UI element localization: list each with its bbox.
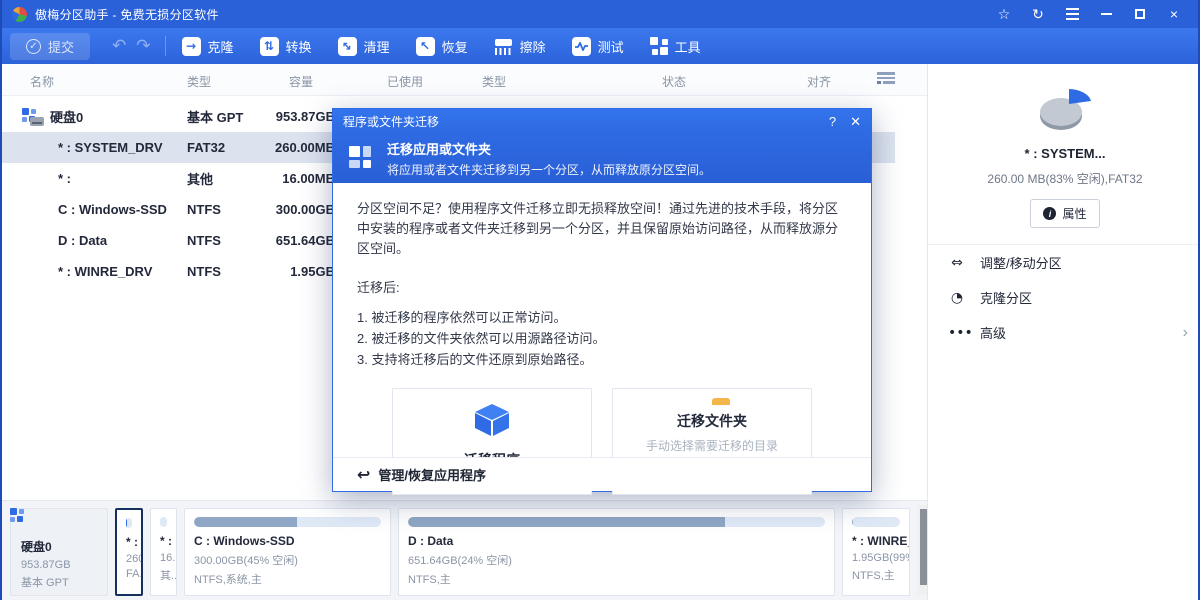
app-window: 傲梅分区助手 - 免费无损分区软件 ☆ ↻ × ✓ 提交 ↶ ↷ → 克隆 ⇅ … — [0, 0, 1200, 600]
dialog-header-subtitle: 将应用或者文件夹迁移到另一个分区，从而释放原分区空间。 — [387, 161, 711, 178]
recover-icon: ↖ — [416, 37, 435, 56]
back-arrow-icon: ↩ — [357, 465, 370, 484]
minimize-button[interactable] — [1092, 3, 1120, 25]
dialog-help-button[interactable]: ? — [829, 114, 836, 129]
list-item: 2. 被迁移的文件夹依然可以用源路径访问。 — [357, 329, 847, 350]
maximize-button[interactable] — [1126, 3, 1154, 25]
dialog-titlebar: 程序或文件夹迁移 ? ✕ — [333, 109, 871, 134]
disk-map-partition-winre[interactable]: * : WINRE_... 1.95GB(99%... NTFS,主 — [842, 508, 910, 596]
table-header-row: 名称 类型 容量 已使用 类型 状态 对齐 — [2, 64, 927, 96]
clone-icon: → — [182, 37, 201, 56]
toolbar-clean[interactable]: ↔ 清理 — [338, 37, 390, 56]
dialog-header: 迁移应用或文件夹 将应用或者文件夹迁移到另一个分区，从而释放原分区空间。 — [333, 134, 871, 183]
dialog-header-title: 迁移应用或文件夹 — [387, 139, 711, 158]
undo-icon[interactable]: ↶ — [112, 36, 126, 56]
submit-label: 提交 — [48, 37, 74, 56]
hamburger-menu-icon[interactable] — [1058, 3, 1086, 25]
submit-button[interactable]: ✓ 提交 — [10, 33, 90, 60]
disk-icon — [21, 516, 43, 534]
dialog-benefit-list: 1. 被迁移的程序依然可以正常访问。 2. 被迁移的文件夹依然可以用源路径访问。… — [357, 308, 847, 370]
pie-chart-icon — [1033, 86, 1097, 136]
disk-map-partition-d[interactable]: D : Data 651.64GB(24% 空闲) NTFS,主 — [398, 508, 835, 596]
toolbar-erase[interactable]: 擦除 — [494, 37, 546, 56]
favorite-star-icon[interactable]: ☆ — [990, 3, 1018, 25]
disk-map-partition-c[interactable]: C : Windows-SSD 300.00GB(45% 空闲) NTFS,系统… — [184, 508, 391, 596]
close-button[interactable]: × — [1160, 3, 1188, 25]
clean-icon: ↔ — [338, 37, 357, 56]
col-name: 名称 — [30, 73, 54, 90]
selected-partition-name: * : SYSTEM... — [928, 146, 1200, 161]
test-icon — [572, 37, 591, 56]
dialog-footer: ↩ 管理/恢复应用程序 — [333, 457, 871, 491]
dialog-after-label: 迁移后: — [357, 277, 847, 296]
window-controls: ☆ ↻ × — [990, 3, 1188, 25]
usage-bar — [852, 517, 900, 527]
list-view-icon[interactable] — [877, 72, 895, 86]
right-panel: * : SYSTEM... 260.00 MB(83% 空闲),FAT32 i … — [927, 64, 1200, 600]
action-clone-partition[interactable]: ◔ 克隆分区 — [928, 280, 1200, 315]
manage-restore-apps-link[interactable]: ↩ 管理/恢复应用程序 — [357, 465, 486, 484]
window-title: 傲梅分区助手 - 免费无损分区软件 — [35, 6, 219, 23]
dialog-intro-text: 分区空间不足？使用程序文件迁移立即无损释放空间！通过先进的技术手段，将分区中安装… — [357, 199, 847, 259]
toolbar-test[interactable]: 测试 — [572, 37, 624, 56]
list-item: 1. 被迁移的程序依然可以正常访问。 — [357, 308, 847, 329]
erase-icon — [494, 37, 513, 56]
refresh-icon[interactable]: ↻ — [1024, 3, 1052, 25]
toolbar-clone[interactable]: → 克隆 — [182, 37, 234, 56]
dialog-close-button[interactable]: ✕ — [850, 114, 861, 130]
disk-icon — [22, 108, 44, 126]
app-cube-icon — [473, 403, 511, 437]
check-icon: ✓ — [26, 39, 41, 54]
usage-bar — [194, 517, 381, 527]
redo-icon[interactable]: ↷ — [136, 36, 150, 56]
toolbar: ✓ 提交 ↶ ↷ → 克隆 ⇅ 转换 ↔ 清理 ↖ 恢复 擦除 — [2, 28, 1198, 64]
toolbar-tools[interactable]: 工具 — [650, 37, 701, 56]
col-type: 类型 — [187, 73, 211, 90]
col-used: 已使用 — [387, 73, 423, 90]
dialog-title: 程序或文件夹迁移 — [343, 113, 439, 130]
app-logo-icon — [12, 7, 27, 22]
disk-map-partition-msr[interactable]: * : 16.... 其... — [150, 508, 177, 596]
toolbar-convert[interactable]: ⇅ 转换 — [260, 37, 312, 56]
chevron-right-icon: › — [1183, 324, 1188, 342]
action-advanced[interactable]: ••• 高级 › — [928, 315, 1200, 350]
titlebar: 傲梅分区助手 - 免费无损分区软件 ☆ ↻ × — [2, 0, 1198, 28]
list-item: 3. 支持将迁移后的文件还原到原始路径。 — [357, 350, 847, 371]
disk-map-panel: 硬盘0 953.87GB 基本 GPT * : ... 260... FA...… — [2, 500, 934, 600]
resize-move-icon: ⇔ — [948, 255, 966, 271]
toolbar-recover[interactable]: ↖ 恢复 — [416, 37, 468, 56]
col-status: 状态 — [662, 73, 686, 90]
more-dots-icon: ••• — [948, 325, 966, 341]
clone-partition-icon: ◔ — [948, 290, 966, 306]
convert-icon: ⇅ — [260, 37, 279, 56]
app-migrate-icon — [349, 146, 375, 172]
action-resize-move-partition[interactable]: ⇔ 调整/移动分区 — [928, 245, 1200, 280]
migrate-dialog: 程序或文件夹迁移 ? ✕ 迁移应用或文件夹 将应用或者文件夹迁移到另一个分区，从… — [332, 108, 872, 492]
col-align: 对齐 — [807, 73, 831, 90]
selected-partition-info: 260.00 MB(83% 空闲),FAT32 — [928, 170, 1200, 187]
usage-bar — [126, 518, 132, 528]
usage-bar — [408, 517, 825, 527]
disk-map-disk0[interactable]: 硬盘0 953.87GB 基本 GPT — [10, 508, 108, 596]
col-type2: 类型 — [482, 73, 506, 90]
info-icon: i — [1043, 207, 1056, 220]
toolbar-divider — [165, 36, 166, 56]
tools-icon — [650, 37, 668, 55]
usage-bar — [160, 517, 167, 527]
col-capacity: 容量 — [289, 73, 313, 90]
disk-map-partition-system[interactable]: * : ... 260... FA... — [115, 508, 143, 596]
properties-button[interactable]: i 属性 — [1030, 199, 1099, 228]
